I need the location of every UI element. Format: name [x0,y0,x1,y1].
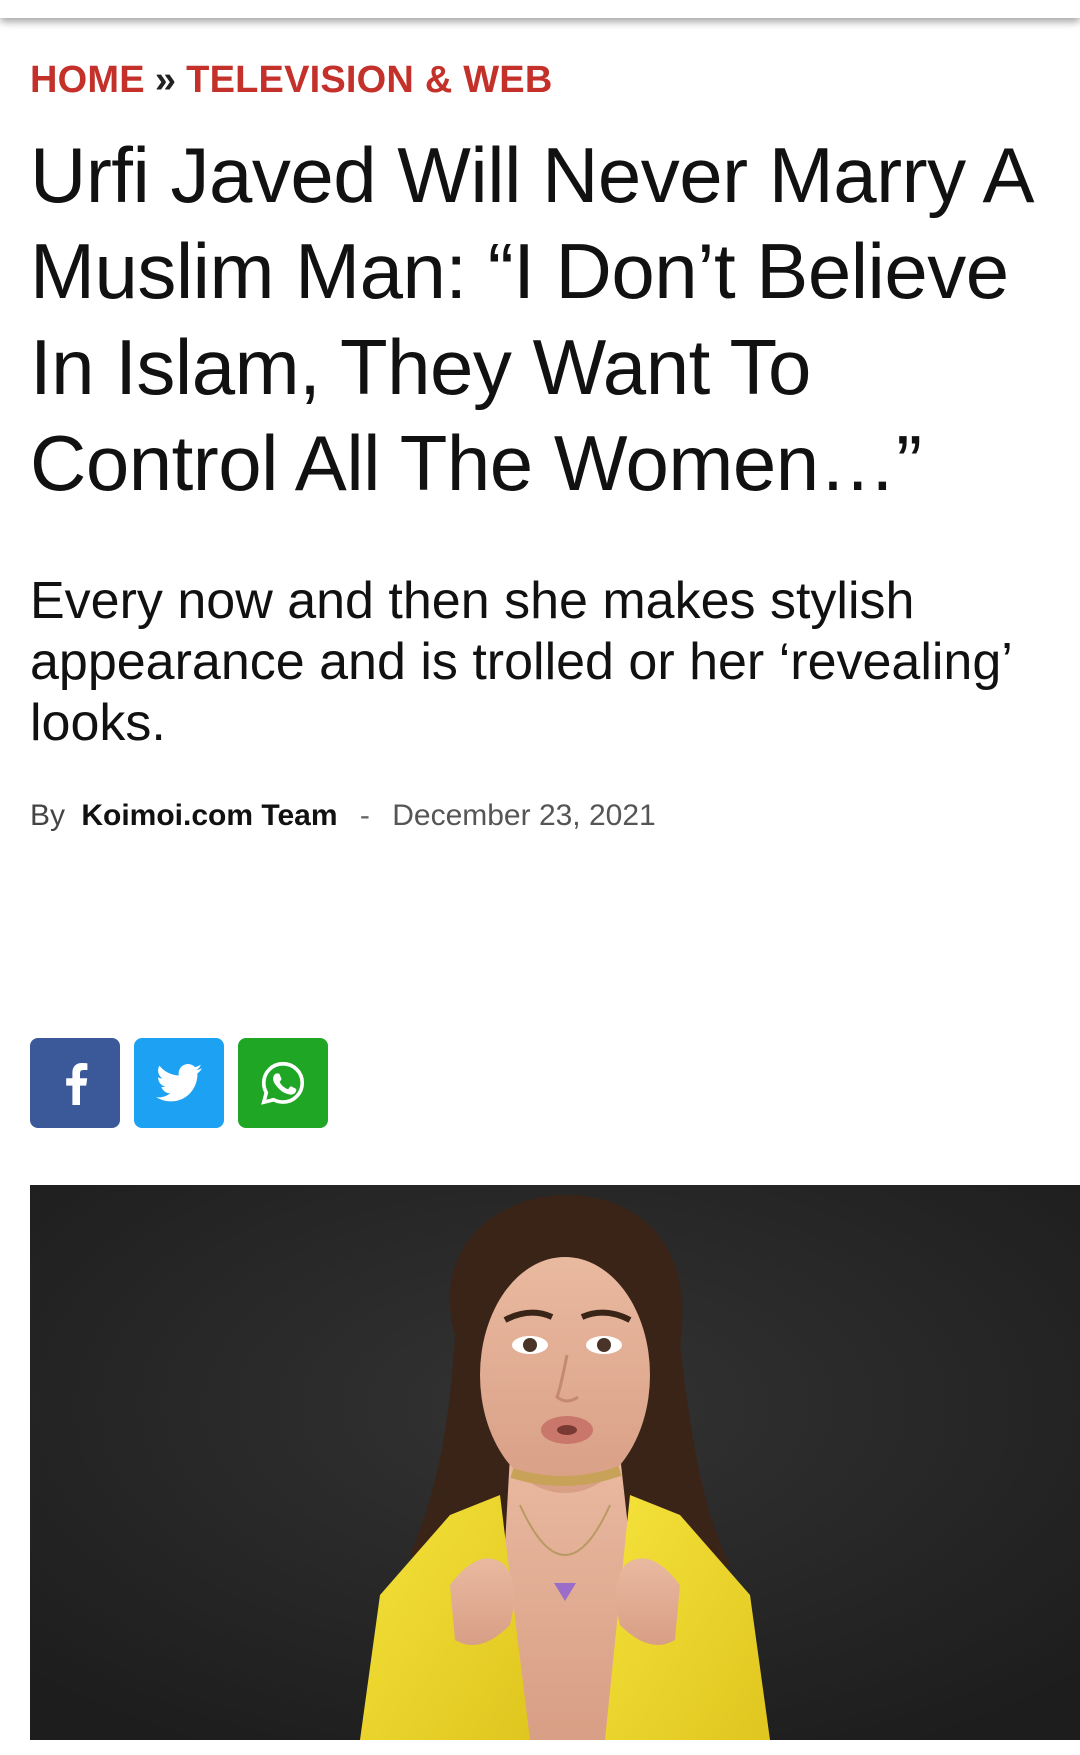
facebook-icon [66,1063,88,1105]
hero-photo [30,1185,1080,1740]
facebook-share-button[interactable] [30,1038,120,1128]
article-headline: Urfi Javed Will Never Marry A Muslim Man… [30,131,1030,507]
article-standfirst: Every now and then she makes stylish app… [30,572,1011,752]
byline-prefix: By [30,799,66,832]
twitter-share-button[interactable] [134,1038,224,1128]
twitter-icon [156,1064,202,1102]
breadcrumb-category-link[interactable]: TELEVISION & WEB [186,59,552,101]
byline-separator: - [359,799,370,832]
breadcrumb: HOME» TELEVISION & WEB [30,55,1070,105]
publish-date: December 23, 2021 [392,799,656,832]
whatsapp-share-button[interactable] [238,1038,328,1128]
article-hero-image [30,1185,1080,1740]
article-header: HOME» TELEVISION & WEB Urfi Javed Will Ne… [30,55,1070,836]
breadcrumb-separator: » [154,59,177,101]
article-byline: By Koimoi.com Team - December 23, 2021 [30,796,1070,836]
author-link[interactable]: Koimoi.com Team [81,799,337,832]
top-bar-shadow [0,0,1080,18]
share-buttons [30,1038,328,1128]
breadcrumb-home-link[interactable]: HOME [30,59,145,101]
whatsapp-icon [261,1061,305,1105]
